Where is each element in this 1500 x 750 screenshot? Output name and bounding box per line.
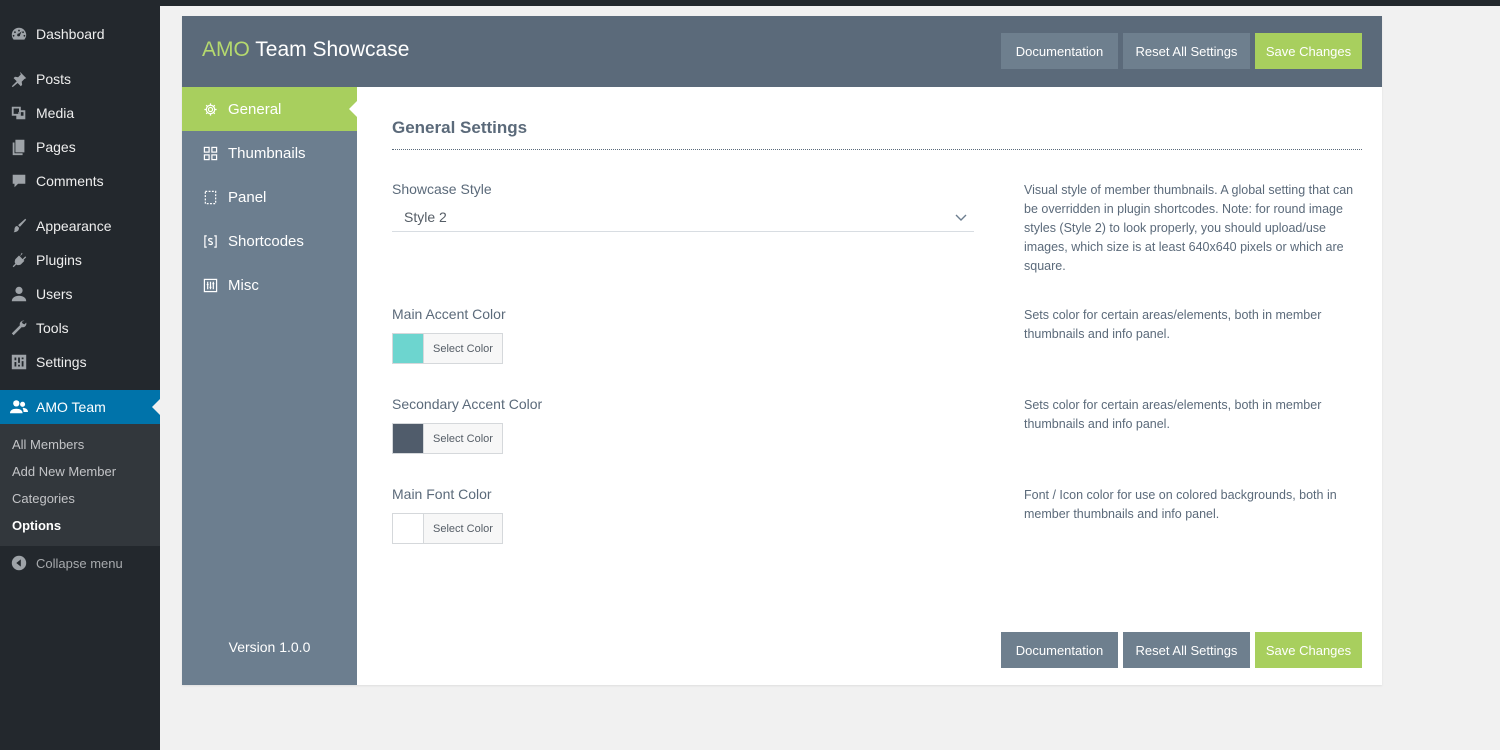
wp-menu-label: Pages <box>36 139 76 155</box>
submenu-add-new-member[interactable]: Add New Member <box>0 458 160 485</box>
nav-label: General <box>228 100 282 118</box>
wp-admin-sidebar: Dashboard Posts Media Pages Comments App… <box>0 0 160 750</box>
secondary-accent-color-description: Sets color for certain areas/elements, b… <box>1024 398 1322 431</box>
select-color-label: Select Color <box>424 424 502 453</box>
wp-menu-label: Users <box>36 286 73 302</box>
wp-menu-settings[interactable]: Settings <box>0 345 160 379</box>
wp-menu-tools[interactable]: Tools <box>0 311 160 345</box>
wp-menu-users[interactable]: Users <box>0 277 160 311</box>
panel-icon <box>202 189 218 205</box>
wp-menu-pages[interactable]: Pages <box>0 130 160 164</box>
wp-menu-label: Plugins <box>36 252 82 268</box>
wp-menu-plugins[interactable]: Plugins <box>0 243 160 277</box>
media-icon <box>10 104 28 122</box>
brand-accent: AMO <box>202 38 250 61</box>
wp-menu-dashboard[interactable]: Dashboard <box>0 17 160 51</box>
documentation-button[interactable]: Documentation <box>1001 33 1118 69</box>
nav-misc[interactable]: Misc <box>182 263 357 307</box>
plugin-version: Version 1.0.0 <box>228 639 311 655</box>
secondary-accent-color-picker[interactable]: Select Color <box>392 423 503 454</box>
main-font-color-label: Main Font Color <box>392 486 492 502</box>
main-accent-color-picker[interactable]: Select Color <box>392 333 503 364</box>
section-title: General Settings <box>392 118 528 137</box>
main-accent-color-label: Main Accent Color <box>392 306 506 322</box>
nav-panel[interactable]: Panel <box>182 175 357 219</box>
wrench-icon <box>10 319 28 337</box>
nav-label: Thumbnails <box>228 144 306 162</box>
secondary-accent-swatch <box>393 424 424 453</box>
admin-top-bar <box>0 0 1500 6</box>
save-changes-button[interactable]: Save Changes <box>1255 33 1362 69</box>
showcase-style-value: Style 2 <box>404 208 447 225</box>
nav-shortcodes[interactable]: Shortcodes <box>182 219 357 263</box>
wp-menu-label: Settings <box>36 354 87 370</box>
wp-menu-appearance[interactable]: Appearance <box>0 209 160 243</box>
wp-menu-label: Media <box>36 105 75 121</box>
settings-side-nav: General Thumbnails Panel Shortcodes Misc… <box>182 87 357 685</box>
wp-menu-label: AMO Team <box>36 399 106 415</box>
nav-label: Misc <box>228 276 259 294</box>
reset-all-settings-button[interactable]: Reset All Settings <box>1123 33 1250 69</box>
comment-icon <box>10 172 28 190</box>
pin-icon <box>10 70 28 88</box>
misc-icon <box>202 277 218 293</box>
plugin-brand-title: AMO Team Showcase <box>202 38 409 62</box>
secondary-accent-color-label: Secondary Accent Color <box>392 396 543 412</box>
nav-label: Panel <box>228 188 267 206</box>
submenu-all-members[interactable]: All Members <box>0 431 160 458</box>
plug-icon <box>10 251 28 269</box>
wp-menu-posts[interactable]: Posts <box>0 62 160 96</box>
wp-admin-menu: Dashboard Posts Media Pages Comments App… <box>0 0 160 424</box>
sliders-icon <box>10 353 28 371</box>
wp-menu-label: Comments <box>36 173 104 189</box>
main-font-swatch <box>393 514 424 543</box>
dashboard-icon <box>10 25 28 43</box>
wp-menu-label: Dashboard <box>36 26 105 42</box>
nav-label: Shortcodes <box>228 232 304 250</box>
reset-all-settings-button-footer[interactable]: Reset All Settings <box>1123 632 1250 668</box>
grid-icon <box>202 145 218 161</box>
brand-rest: Team Showcase <box>249 38 410 61</box>
wp-menu-comments[interactable]: Comments <box>0 164 160 198</box>
shortcode-icon <box>202 233 218 249</box>
main-accent-swatch <box>393 334 424 363</box>
submenu-options[interactable]: Options <box>0 512 160 539</box>
main-font-color-picker[interactable]: Select Color <box>392 513 503 544</box>
team-icon <box>10 398 28 416</box>
wp-menu-label: Posts <box>36 71 72 87</box>
main-font-color-description: Font / Icon color for use on colored bac… <box>1024 488 1337 521</box>
select-color-label: Select Color <box>424 514 502 543</box>
amo-team-submenu: All Members Add New Member Categories Op… <box>0 424 160 546</box>
user-icon <box>10 285 28 303</box>
documentation-button-footer[interactable]: Documentation <box>1001 632 1118 668</box>
wp-menu-label: Tools <box>36 320 69 336</box>
nav-general[interactable]: General <box>182 87 357 131</box>
wp-menu-media[interactable]: Media <box>0 96 160 130</box>
wp-menu-amo-team[interactable]: AMO Team <box>0 390 160 424</box>
section-divider <box>392 149 1362 150</box>
save-changes-button-footer[interactable]: Save Changes <box>1255 632 1362 668</box>
collapse-arrow-icon <box>10 554 28 572</box>
plugin-options-panel: AMO Team Showcase Documentation Reset Al… <box>182 16 1382 685</box>
panel-header: AMO Team Showcase Documentation Reset Al… <box>182 16 1382 87</box>
showcase-style-label: Showcase Style <box>392 181 492 197</box>
chevron-down-icon <box>954 210 968 224</box>
wp-menu-label: Appearance <box>36 218 112 234</box>
showcase-style-description: Visual style of member thumbnails. A glo… <box>1024 183 1354 273</box>
submenu-categories[interactable]: Categories <box>0 485 160 512</box>
showcase-style-select[interactable]: Style 2 <box>392 202 974 232</box>
collapse-menu-label: Collapse menu <box>36 555 123 571</box>
nav-thumbnails[interactable]: Thumbnails <box>182 131 357 175</box>
main-accent-color-description: Sets color for certain areas/elements, b… <box>1024 308 1322 341</box>
pages-icon <box>10 138 28 156</box>
select-color-label: Select Color <box>424 334 502 363</box>
brush-icon <box>10 217 28 235</box>
collapse-menu-button[interactable]: Collapse menu <box>0 546 160 580</box>
gear-icon <box>202 101 218 117</box>
